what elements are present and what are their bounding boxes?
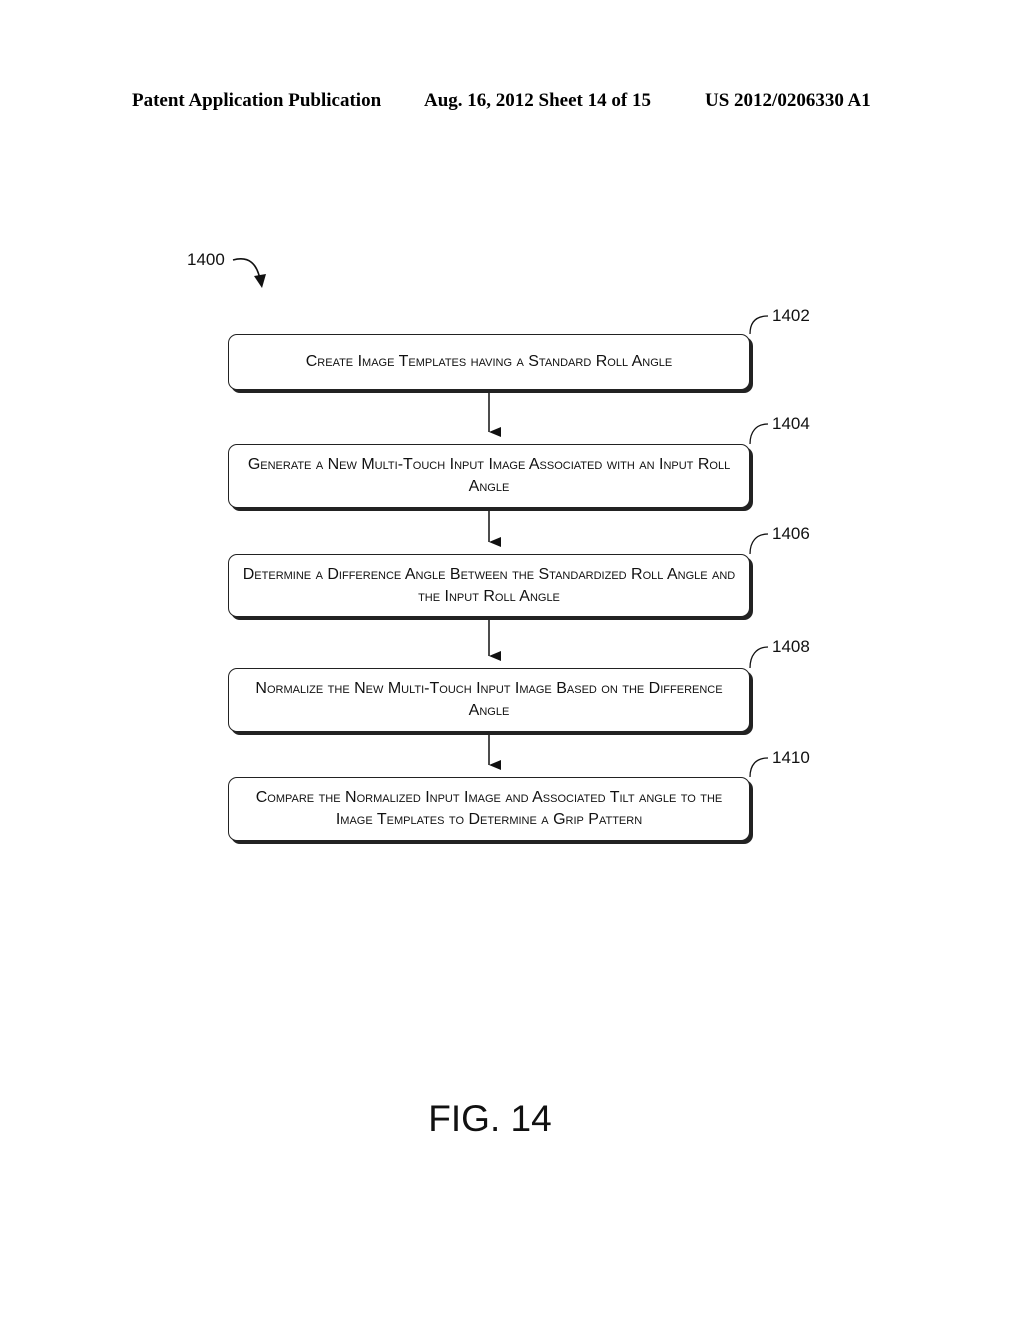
step-text: Determine a Difference Angle Between the… [242,565,736,605]
figure-ref-arrowhead [254,274,266,288]
figure-ref-arrow [232,258,262,286]
step-1408: Normalize the New Multi-Touch Input Imag… [228,668,750,732]
leader-1402 [749,315,769,335]
step-1410: Compare the Normalized Input Image and A… [228,777,750,841]
step-text: Generate a New Multi-Touch Input Image A… [247,456,731,495]
leader-1406 [749,533,769,555]
ref-1408: 1408 [772,637,810,656]
step-text: Normalize the New Multi-Touch Input Imag… [255,680,723,719]
ref-1404: 1404 [772,414,810,433]
ref-1402: 1402 [772,306,810,325]
figure-ref-1400: 1400 [187,250,225,269]
step-text: Create Image Templates having a Standard… [305,353,673,370]
step-text: Compare the Normalized Input Image and A… [255,789,723,828]
leader-1404 [749,423,769,445]
ref-1406: 1406 [772,524,810,543]
ref-1410: 1410 [772,748,810,767]
figure-label: FIG. 14 [428,1098,552,1139]
step-1404: Generate a New Multi-Touch Input Image A… [228,444,750,508]
step-1406: Determine a Difference Angle Between the… [228,554,750,617]
step-1402: Create Image Templates having a Standard… [228,334,750,390]
leader-1410 [749,757,769,778]
leader-1408 [749,646,769,669]
